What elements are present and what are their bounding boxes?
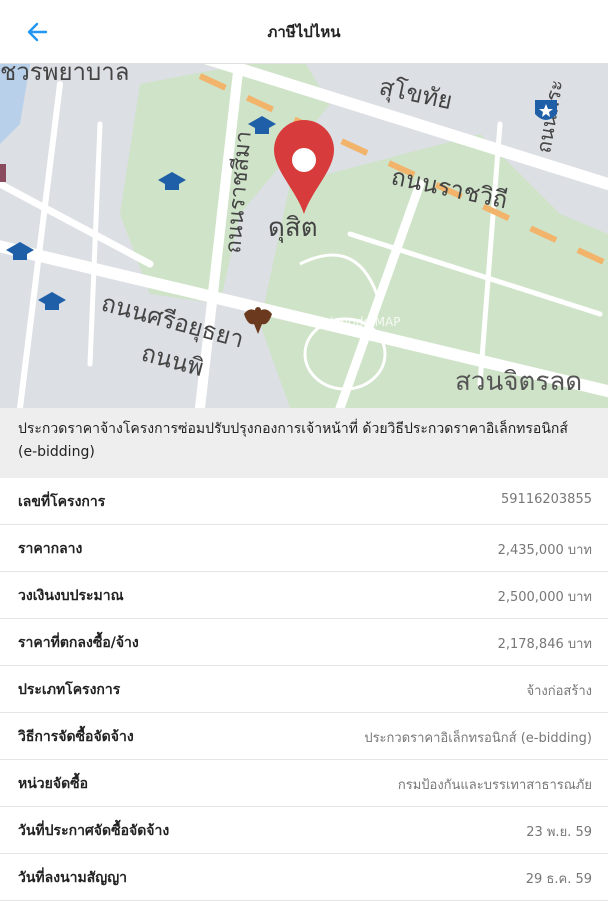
detail-row-budget: วงเงินงบประมาณ 2,500,000 บาท (0, 572, 608, 619)
detail-row-contract-date: วันที่ลงนามสัญญา 29 ธ.ค. 59 (0, 854, 608, 901)
detail-label: วงเงินงบประมาณ (18, 588, 124, 604)
detail-label: เลขที่โครงการ (18, 494, 106, 510)
detail-value: 2,178,846 บาท (497, 637, 592, 652)
map-label-road-top-left: ชวรพยาบาล (0, 64, 129, 86)
detail-row-project-number: เลขที่โครงการ 59116203855 (0, 478, 608, 525)
detail-row-procuring-unit: หน่วยจัดซื้อ กรมป้องกันและบรรเทาสาธารณภั… (0, 760, 608, 807)
detail-value: 59116203855 (501, 492, 592, 507)
detail-label: ประเภทโครงการ (18, 682, 121, 698)
detail-label: ราคากลาง (18, 541, 83, 557)
detail-value: 2,435,000 บาท (497, 543, 592, 558)
map-watermark: longdo MAP (330, 315, 400, 329)
detail-label: วันที่ลงนามสัญญา (18, 870, 127, 886)
detail-row-agreed-price: ราคาที่ตกลงซื้อ/จ้าง 2,178,846 บาท (0, 619, 608, 666)
app-bar: ภาษีไปไหน (0, 0, 608, 64)
detail-value: กรมป้องกันและบรรเทาสาธารณภัย (397, 778, 592, 793)
detail-value: 2,500,000 บาท (497, 590, 592, 605)
detail-value: ประกวดราคาอิเล็กทรอนิกส์ (e-bidding) (364, 731, 592, 746)
detail-label: ราคาที่ตกลงซื้อ/จ้าง (18, 635, 139, 651)
map-poi-icon[interactable] (0, 164, 6, 182)
police-badge-icon[interactable] (535, 100, 557, 120)
detail-label: หน่วยจัดซื้อ (18, 776, 89, 792)
map-label-district: ดุสิต (268, 213, 318, 243)
detail-value: 23 พ.ย. 59 (526, 825, 592, 840)
project-details-list: เลขที่โครงการ 59116203855 ราคากลาง 2,435… (0, 478, 608, 901)
page-title: ภาษีไปไหน (267, 23, 341, 41)
detail-row-procurement-method: วิธีการจัดซื้อจัดจ้าง ประกวดราคาอิเล็กทร… (0, 713, 608, 760)
detail-label: วันที่ประกาศจัดซื้อจัดจ้าง (18, 823, 170, 839)
detail-row-project-type: ประเภทโครงการ จ้างก่อสร้าง (0, 666, 608, 713)
detail-value: 29 ธ.ค. 59 (525, 872, 592, 887)
map-label-park: สวนจิตรลด (455, 367, 582, 397)
map-view[interactable]: ชวรพยาบาล สุโขทัย ถนนพระ ถนนราชสีมา ถนนร… (0, 64, 608, 408)
detail-row-median-price: ราคากลาง 2,435,000 บาท (0, 525, 608, 572)
detail-row-announcement-date: วันที่ประกาศจัดซื้อจัดจ้าง 23 พ.ย. 59 (0, 807, 608, 854)
detail-label: วิธีการจัดซื้อจัดจ้าง (18, 729, 134, 745)
detail-value: จ้างก่อสร้าง (526, 684, 592, 699)
project-title: ประกวดราคาจ้างโครงการซ่อมปรับปรุงกองการเ… (0, 408, 608, 478)
